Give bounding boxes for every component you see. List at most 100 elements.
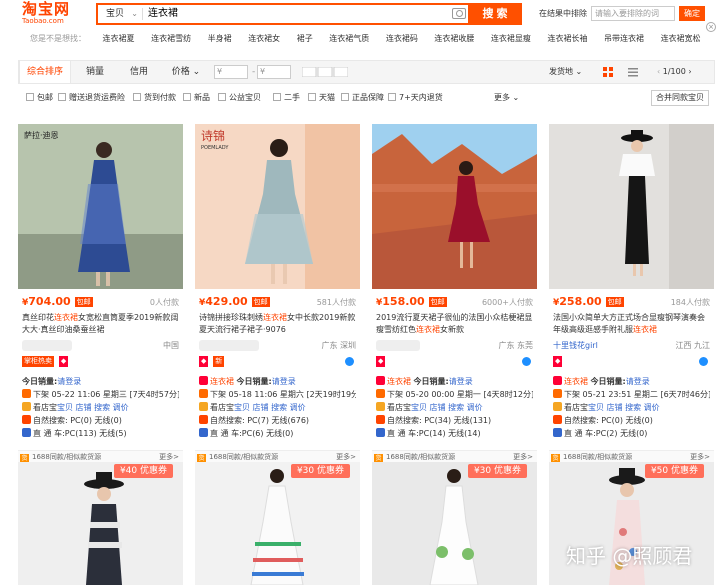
camera-icon[interactable] — [452, 8, 466, 19]
checkbox[interactable] — [133, 93, 141, 101]
chat-icon[interactable] — [345, 357, 354, 366]
login-link[interactable]: 请登录 — [57, 377, 81, 386]
search-scope-select[interactable]: 宝贝 ⌄ — [98, 5, 142, 23]
tab-sales[interactable]: 销量 — [75, 61, 115, 83]
price-min-input[interactable]: ¥ — [214, 65, 248, 79]
sold-count: 6000+人付款 — [481, 298, 533, 307]
suggestion-item[interactable]: 吊带连衣裙 — [604, 34, 644, 43]
product-card-partial[interactable]: ¥30 优惠券 — [195, 462, 360, 585]
tab-price[interactable]: 价格 ⌄ — [163, 61, 209, 83]
checkbox[interactable] — [308, 93, 316, 101]
product-photo[interactable] — [18, 462, 183, 585]
source-bar[interactable]: 货 1688同款/相似款货源 更多> — [195, 450, 360, 463]
search-input[interactable] — [148, 5, 448, 23]
store-links[interactable]: 宝贝 店铺 搜索 调价 — [588, 403, 660, 412]
clock-icon — [199, 389, 208, 398]
product-card-partial[interactable]: ¥40 优惠券 — [18, 462, 183, 585]
tmall-icon: ◆ — [553, 356, 563, 367]
option-7day-return[interactable]: 7+天内退货 — [388, 92, 443, 104]
product-photo[interactable]: 诗锦 POEMLADY — [195, 124, 360, 289]
product-title[interactable]: 2019流行夏天裙子很仙的法国小众桔梗裙显瘦雪纺红色连衣裙女新款 — [376, 312, 533, 336]
checkbox[interactable] — [58, 93, 66, 101]
product-card-partial[interactable]: ¥30 优惠券 — [372, 462, 537, 585]
through-train-text: 直 通 车:PC(113) 无线(5) — [33, 429, 127, 438]
ship-from-select[interactable]: 发货地 ⌄ — [549, 61, 582, 83]
suggestion-item[interactable]: 连衣裙长袖 — [547, 34, 587, 43]
more-options-button[interactable]: 更多 ⌄ — [494, 92, 519, 104]
price-max-input[interactable]: ¥ — [257, 65, 291, 79]
checkbox[interactable] — [341, 93, 349, 101]
suggestion-item[interactable]: 连衣裙女 — [248, 34, 280, 43]
option-label: 货到付款 — [144, 93, 176, 102]
checkbox[interactable] — [273, 93, 281, 101]
product-photo[interactable] — [195, 462, 360, 585]
product-photo[interactable] — [372, 462, 537, 585]
login-link[interactable]: 请登录 — [449, 377, 473, 386]
coupon-badge[interactable]: ¥30 优惠券 — [290, 464, 350, 478]
option-genuine[interactable]: 正品保障 — [341, 92, 384, 104]
product-photo[interactable] — [372, 124, 537, 289]
tab-credit[interactable]: 信用 — [119, 61, 159, 83]
option-new[interactable]: 新品 — [183, 92, 210, 104]
product-photo[interactable]: 萨拉·迪恩 — [18, 124, 183, 289]
checkbox[interactable] — [183, 93, 191, 101]
product-title[interactable]: 真丝印花连衣裙女宽松直筒夏季2019新款阔大大·真丝印油桑蚕丝裙 — [22, 312, 179, 336]
product-card[interactable]: 诗锦 POEMLADY ¥429.00 包邮 581人付款 诗锦拼接珍珠刺绣连衣… — [195, 124, 360, 463]
option-cash-on-delivery[interactable]: 货到付款 — [133, 92, 176, 104]
product-photo[interactable] — [549, 124, 714, 289]
suggestion-item[interactable]: 连衣裙夏 — [103, 34, 135, 43]
suggestion-item[interactable]: 连衣裙码 — [386, 34, 418, 43]
taobao-logo[interactable]: 淘宝网 Taobao.com — [22, 2, 84, 26]
store-links[interactable]: 宝贝 店铺 搜索 调价 — [234, 403, 306, 412]
shop-name-blurred[interactable] — [376, 340, 420, 351]
shop-name-blurred[interactable] — [199, 340, 259, 351]
source-bar[interactable]: 货 1688同款/相似款货源 更多> — [549, 450, 714, 463]
coupon-badge[interactable]: ¥30 优惠券 — [467, 464, 527, 478]
train-icon — [22, 428, 31, 437]
checkbox[interactable] — [218, 93, 226, 101]
option-second-hand[interactable]: 二手 — [273, 92, 300, 104]
shop-name-blurred[interactable] — [22, 340, 72, 351]
suggestion-item[interactable]: 连衣裙收腰 — [434, 34, 474, 43]
merge-same-button[interactable]: 合并同款宝贝 — [651, 90, 709, 106]
login-link[interactable]: 请登录 — [272, 377, 296, 386]
source-bar[interactable]: 货 1688同款/相似款货源 更多> — [18, 450, 183, 463]
exclude-input[interactable]: 请输入要排除的词 — [591, 6, 675, 21]
suggestion-item[interactable]: 裙子 — [297, 34, 313, 43]
product-card[interactable]: 萨拉·迪恩 ¥704.00 包邮 0人付款 真丝印花连衣裙女宽松直筒夏季2019… — [18, 124, 183, 463]
chat-icon[interactable] — [522, 357, 531, 366]
chevron-right-icon[interactable]: › — [688, 67, 691, 76]
coupon-badge[interactable]: ¥50 优惠券 — [644, 464, 704, 478]
coupon-badge[interactable]: ¥40 优惠券 — [113, 464, 173, 478]
exclude-confirm-button[interactable]: 确定 — [679, 6, 705, 21]
option-return-insurance[interactable]: 赠送退货运费险 — [58, 92, 125, 104]
grid-view-icon[interactable] — [602, 66, 614, 78]
option-tmall[interactable]: 天猫 — [308, 92, 335, 104]
chevron-left-icon[interactable]: ‹ — [657, 67, 660, 76]
login-link[interactable]: 请登录 — [626, 377, 650, 386]
source-bar[interactable]: 货 1688同款/相似款货源 更多> — [372, 450, 537, 463]
product-title[interactable]: 法国小众简单大方正式场合显瘦钢琴演奏会年级高级逛感手附礼服连衣裙 — [553, 312, 710, 336]
store-links[interactable]: 宝贝 店铺 搜索 调价 — [57, 403, 129, 412]
search-button[interactable]: 搜 索 — [468, 3, 522, 25]
checkbox[interactable] — [388, 93, 396, 101]
suggestion-item[interactable]: 连衣裙显瘦 — [491, 34, 531, 43]
suggestion-item[interactable]: 半身裙 — [208, 34, 232, 43]
option-free-shipping[interactable]: 包邮 — [26, 92, 53, 104]
suggestion-item[interactable]: 连衣裙宽松 — [661, 34, 701, 43]
close-icon[interactable]: × — [706, 22, 716, 32]
option-charity[interactable]: 公益宝贝 — [218, 92, 261, 104]
price-range-bars-icon[interactable] — [302, 67, 348, 77]
chat-icon[interactable] — [699, 357, 708, 366]
suggestion-item[interactable]: 连衣裙气质 — [329, 34, 369, 43]
product-title[interactable]: 诗锦拼接珍珠刺绣连衣裙女中长款2019新款夏天流行裙子裙子·9076 — [199, 312, 356, 336]
store-links[interactable]: 宝贝 店铺 搜索 调价 — [411, 403, 483, 412]
shop-name[interactable]: 十里钱花girl — [553, 341, 598, 350]
list-view-icon[interactable] — [627, 66, 639, 78]
product-card[interactable]: ¥258.00 包邮 184人付款 法国小众简单大方正式场合显瘦钢琴演奏会年级高… — [549, 124, 714, 463]
checkbox[interactable] — [26, 93, 34, 101]
product-card[interactable]: ¥158.00 包邮 6000+人付款 2019流行夏天裙子很仙的法国小众桔梗裙… — [372, 124, 537, 463]
suggestion-item[interactable]: 连衣裙雪纺 — [151, 34, 191, 43]
tab-default-sort[interactable]: 综合排序 — [19, 61, 71, 83]
store-label: 看店宝 — [210, 403, 234, 412]
